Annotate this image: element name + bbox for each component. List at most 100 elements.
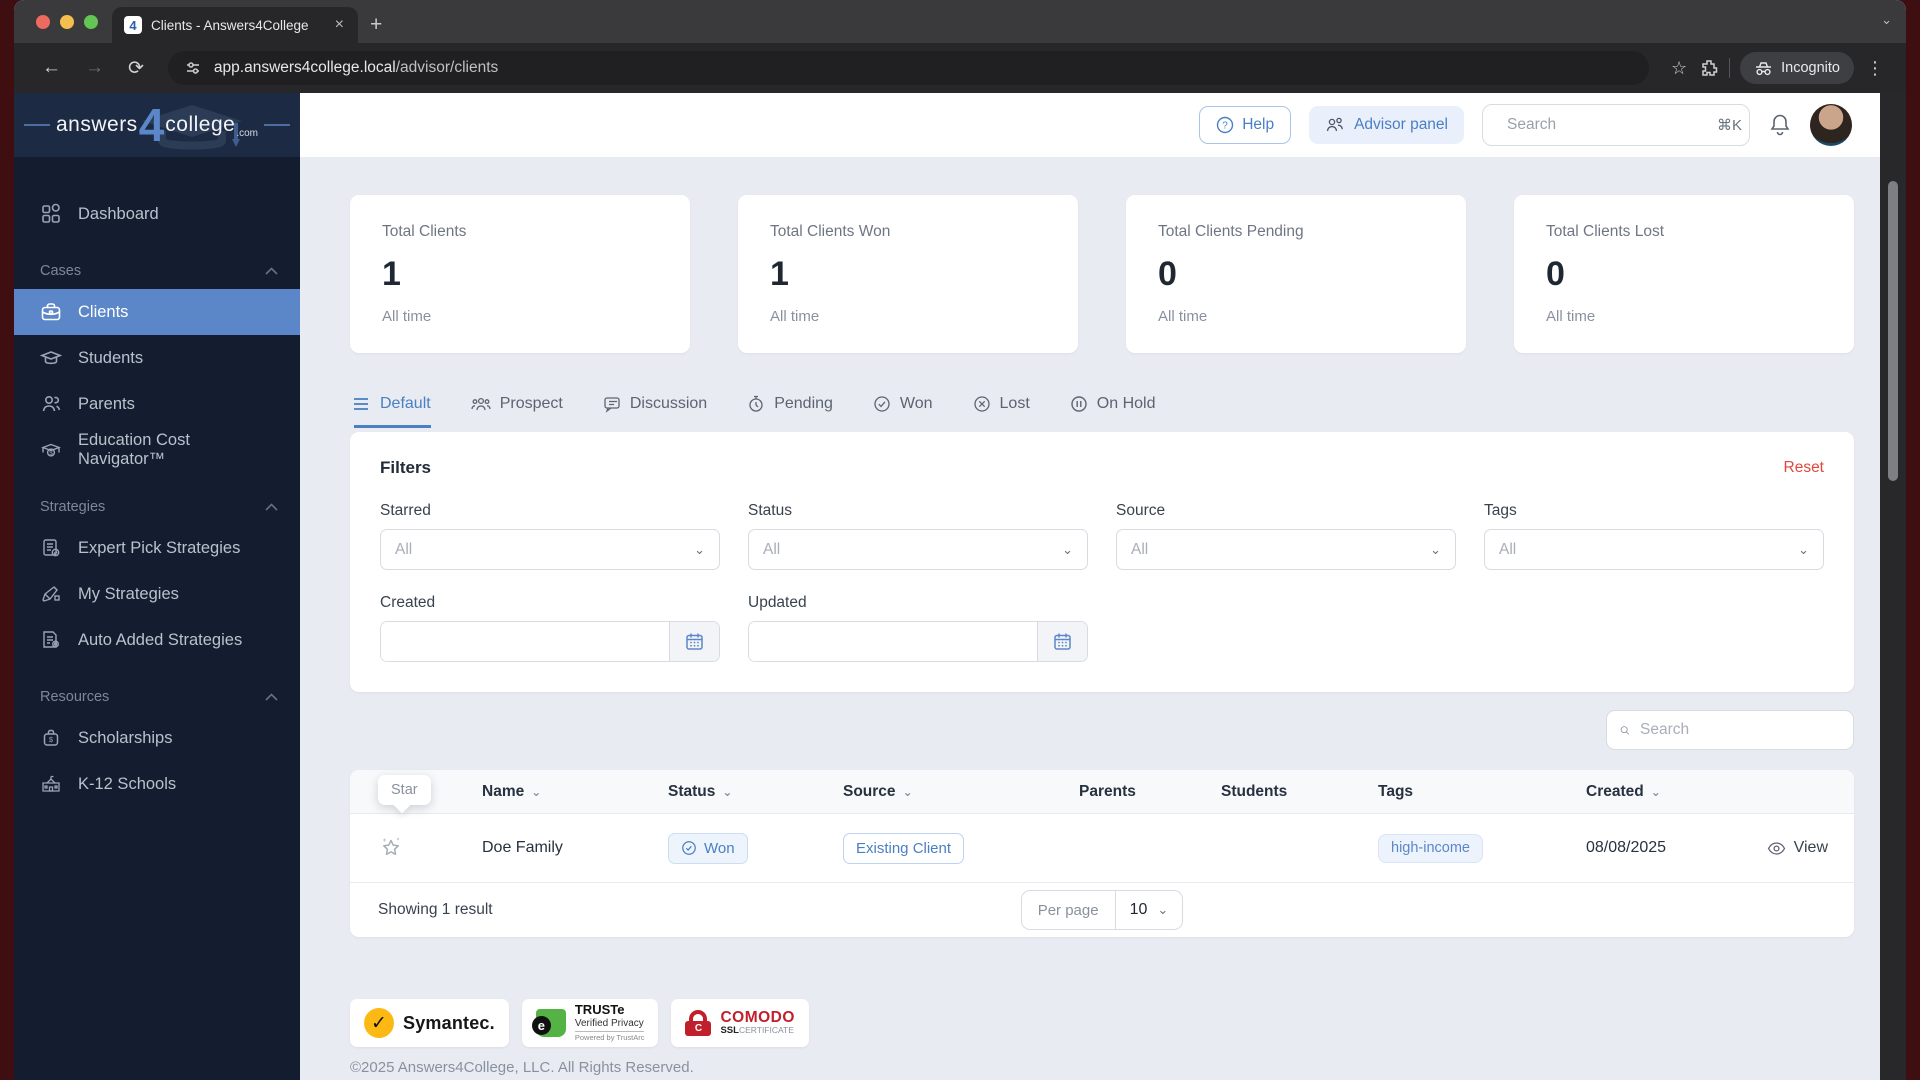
forward-button[interactable]: → (75, 53, 114, 83)
advisor-panel-button[interactable]: Advisor panel (1309, 106, 1464, 144)
table-search[interactable] (1606, 710, 1854, 750)
zoom-window-button[interactable] (84, 14, 98, 29)
updated-calendar-button[interactable] (1037, 622, 1087, 661)
address-bar[interactable]: app.answers4college.local/advisor/client… (167, 51, 1649, 85)
back-button[interactable]: ← (32, 53, 71, 83)
column-name[interactable]: Name ⌄ (482, 783, 668, 801)
column-status[interactable]: Status ⌄ (668, 783, 843, 801)
tab-search-chevron-icon[interactable]: ⌄ (1881, 12, 1892, 28)
bookmark-star-icon[interactable]: ☆ (1663, 56, 1695, 81)
sidebar-item-my-strategies[interactable]: My Strategies (14, 571, 300, 617)
browser-menu-icon[interactable]: ⋮ (1858, 56, 1892, 81)
global-search-input[interactable] (1507, 116, 1707, 134)
browser-toolbar: ← → ⟳ app.answers4college.local/advisor/… (14, 43, 1906, 93)
global-search[interactable]: ⌘K (1482, 104, 1750, 146)
chat-icon (604, 396, 620, 413)
view-button[interactable]: View (1756, 839, 1854, 857)
browser-tab[interactable]: 4 Clients - Answers4College × (112, 7, 358, 43)
minimize-window-button[interactable] (60, 14, 74, 29)
pen-icon (42, 586, 60, 602)
starred-filter-select[interactable]: All ⌄ (380, 529, 720, 570)
symantec-label: Symantec. (403, 1012, 495, 1033)
cap-dollar-icon: $ (41, 443, 61, 457)
table-row[interactable]: Doe Family Won Existing Client high-inco… (350, 814, 1854, 882)
money-bag-icon: $ (43, 729, 59, 746)
table-footer: Showing 1 result Per page 10 ⌄ (350, 882, 1854, 937)
sidebar-section-cases[interactable]: Cases (14, 263, 300, 279)
help-question-icon: ? (1216, 116, 1234, 134)
column-source[interactable]: Source ⌄ (843, 783, 1079, 801)
document-gear-icon (43, 631, 59, 648)
notifications-bell-icon[interactable] (1768, 112, 1792, 138)
user-avatar[interactable] (1810, 104, 1852, 146)
scrollbar-thumb[interactable] (1888, 181, 1898, 481)
selected-value: All (1131, 540, 1149, 558)
chevron-down-icon: ⌄ (1062, 541, 1073, 557)
briefcase-icon (41, 303, 61, 321)
chevron-up-icon (265, 267, 278, 275)
close-window-button[interactable] (36, 14, 50, 29)
site-info-icon[interactable] (184, 59, 202, 77)
comodo-subtitle: SSLCERTIFICATE (720, 1025, 794, 1037)
people-group-icon (471, 397, 491, 411)
sidebar-section-strategies[interactable]: Strategies (14, 499, 300, 515)
toolbar-divider (1729, 58, 1731, 78)
tab-lost[interactable]: Lost (973, 395, 1030, 428)
sidebar-item-auto-added-strategies[interactable]: Auto Added Strategies (14, 617, 300, 663)
sidebar-item-scholarships[interactable]: $ Scholarships (14, 715, 300, 761)
tab-label: Won (899, 395, 933, 412)
reload-button[interactable]: ⟳ (118, 53, 154, 84)
updated-date-input[interactable] (749, 622, 1037, 661)
column-label: Students (1221, 782, 1288, 800)
sort-chevron-icon: ⌄ (1650, 784, 1661, 799)
tags-filter-select[interactable]: All ⌄ (1484, 529, 1824, 570)
sidebar-item-parents[interactable]: Parents (14, 381, 300, 427)
extensions-icon[interactable] (1699, 58, 1719, 78)
sidebar-section-resources[interactable]: Resources (14, 689, 300, 705)
svg-text:?: ? (1222, 120, 1228, 131)
sidebar-item-label: Expert Pick Strategies (78, 538, 241, 557)
updated-date-field (748, 621, 1088, 662)
client-name[interactable]: Doe Family (482, 839, 668, 857)
sidebar-item-clients[interactable]: Clients (14, 289, 300, 335)
sidebar-item-label: K-12 Schools (78, 774, 177, 793)
status-filter-select[interactable]: All ⌄ (748, 529, 1088, 570)
column-created[interactable]: Created ⌄ (1586, 783, 1756, 801)
tab-prospect[interactable]: Prospect (471, 395, 563, 428)
tab-label: Default (380, 395, 431, 412)
tab-won[interactable]: Won (873, 395, 933, 428)
source-filter-select[interactable]: All ⌄ (1116, 529, 1456, 570)
sidebar-item-students[interactable]: Students (14, 335, 300, 381)
sidebar-item-k12-schools[interactable]: K-12 Schools (14, 761, 300, 807)
tab-on-hold[interactable]: On Hold (1070, 395, 1155, 428)
table-search-input[interactable] (1640, 721, 1840, 739)
new-tab-button[interactable]: + (370, 13, 382, 37)
people-icon (42, 395, 61, 412)
sidebar-item-expert-pick-strategies[interactable]: Expert Pick Strategies (14, 525, 300, 571)
eye-icon (1767, 841, 1785, 855)
created-date-input[interactable] (381, 622, 669, 661)
tab-default[interactable]: Default (354, 395, 431, 428)
created-calendar-button[interactable] (669, 622, 719, 661)
reset-filters-link[interactable]: Reset (1784, 459, 1825, 477)
per-page-select[interactable]: Per page 10 ⌄ (1020, 890, 1184, 930)
sort-chevron-icon: ⌄ (722, 784, 733, 799)
stat-period: All time (382, 308, 432, 325)
sort-chevron-icon: ⌄ (531, 784, 542, 799)
page-scrollbar[interactable] (1880, 93, 1906, 1080)
sidebar-item-dashboard[interactable]: Dashboard (14, 191, 300, 237)
tab-close-icon[interactable]: × (331, 15, 348, 35)
tab-pending[interactable]: Pending (747, 395, 833, 428)
tab-label: Pending (774, 395, 833, 412)
tab-discussion[interactable]: Discussion (603, 395, 707, 428)
column-label: Status (668, 782, 716, 800)
stat-value: 0 (1158, 255, 1177, 293)
incognito-badge: Incognito (1740, 52, 1854, 84)
star-favorite-icon[interactable] (378, 835, 404, 861)
app-logo[interactable]: answers 4 college .com (14, 93, 300, 157)
window-controls (14, 0, 112, 43)
sidebar-item-label: Students (78, 348, 144, 367)
column-label: Tags (1378, 782, 1414, 800)
sidebar-item-education-cost-navigator[interactable]: $ Education Cost Navigator™ (14, 427, 300, 473)
help-button[interactable]: ? Help (1199, 106, 1292, 144)
